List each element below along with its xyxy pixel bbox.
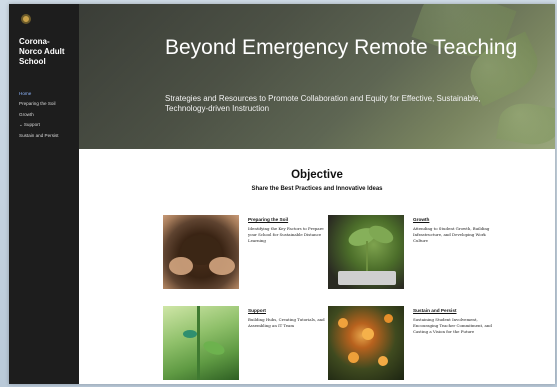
- card-description: Sustaining Student Involvement, Encourag…: [413, 317, 492, 334]
- card-support: Support Building Hubs, Creating Tutorial…: [163, 306, 325, 381]
- card-title-link[interactable]: Support: [248, 308, 266, 313]
- school-logo-icon[interactable]: [21, 14, 31, 24]
- card-title-link[interactable]: Preparing the Soil: [248, 217, 288, 222]
- card-description: Building Hubs, Creating Tutorials, and A…: [248, 317, 325, 328]
- seedling-photo[interactable]: [328, 215, 404, 289]
- page-subtitle: Strategies and Resources to Promote Coll…: [165, 94, 481, 113]
- sidebar: Corona-Norco Adult School Home Preparing…: [9, 4, 79, 384]
- sidebar-item-preparing-the-soil[interactable]: Preparing the Soil: [19, 101, 71, 106]
- page-title: Beyond Emergency Remote Teaching: [165, 36, 518, 59]
- chevron-down-icon[interactable]: ⌄: [19, 122, 23, 127]
- section-subtitle: Share the Best Practices and Innovative …: [251, 186, 383, 192]
- sidebar-item-growth[interactable]: Growth: [19, 112, 71, 117]
- card-preparing-the-soil: Preparing the Soil Identifying the Key F…: [163, 215, 324, 290]
- school-name[interactable]: Corona-Norco Adult School: [19, 37, 71, 67]
- card-title-link[interactable]: Sustain and Persist: [413, 308, 457, 313]
- leaf-decoration-icon: [495, 99, 555, 149]
- citrus-tree-photo[interactable]: [328, 306, 404, 380]
- browser-page: Corona-Norco Adult School Home Preparing…: [9, 4, 555, 384]
- card-description: Attending to Student Growth, Building In…: [413, 226, 490, 243]
- staked-plant-photo[interactable]: [163, 306, 239, 380]
- card-growth: Growth Attending to Student Growth, Buil…: [328, 215, 489, 290]
- card-title-link[interactable]: Growth: [413, 217, 429, 222]
- sidebar-item-support-label: Support: [23, 122, 40, 128]
- soil-in-hands-photo[interactable]: [163, 215, 239, 289]
- sidebar-item-sustain-and-persist[interactable]: Sustain and Persist: [19, 133, 71, 138]
- sidebar-item-home[interactable]: Home: [19, 91, 71, 96]
- sidebar-item-support[interactable]: ⌄Support: [19, 122, 71, 127]
- card-sustain-and-persist: Sustain and Persist Sustaining Student I…: [328, 306, 492, 381]
- card-description: Identifying the Key Factors to Prepare y…: [248, 226, 324, 243]
- section-title: Objective: [291, 169, 343, 181]
- hero-banner: Beyond Emergency Remote Teaching Strateg…: [79, 4, 555, 149]
